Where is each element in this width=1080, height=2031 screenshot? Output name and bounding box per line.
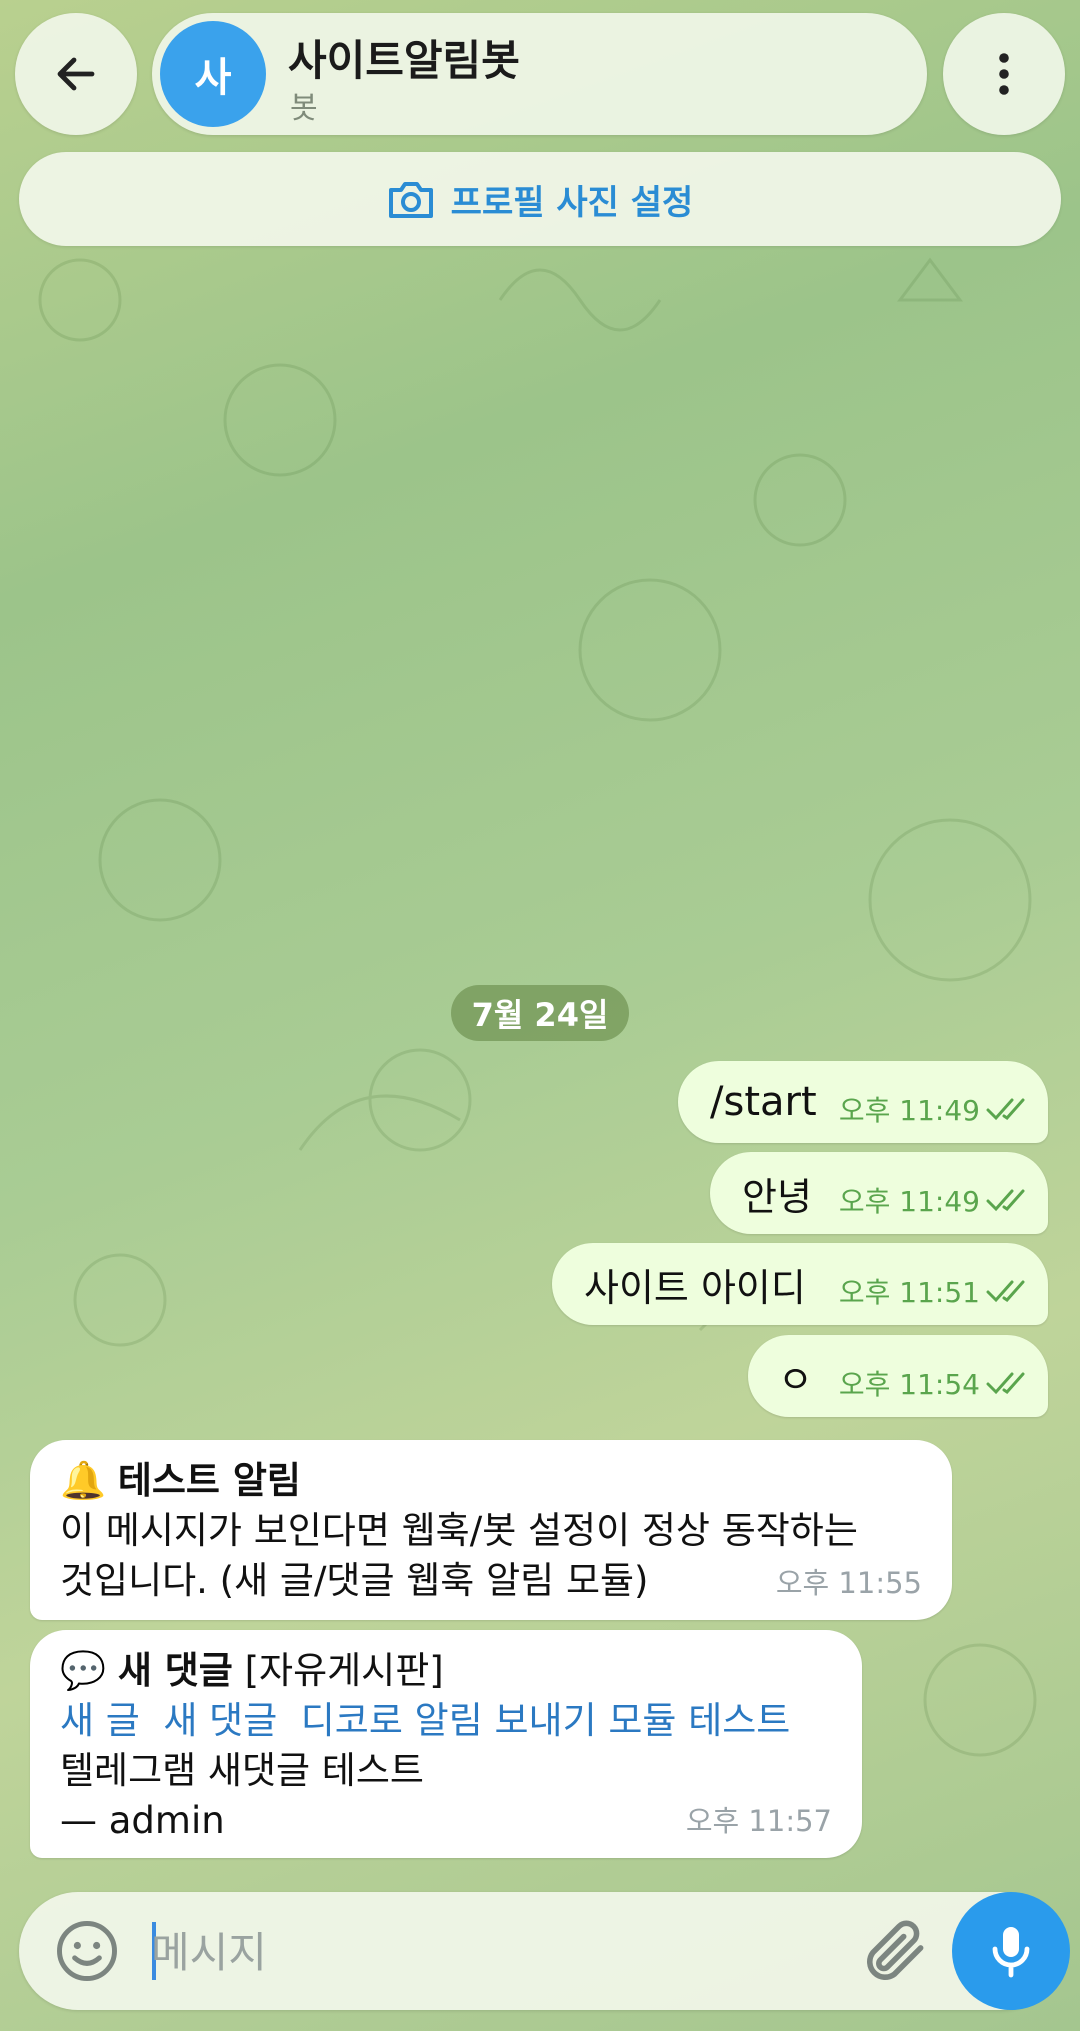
message-meta: 오후 11:49 xyxy=(839,1089,1032,1129)
message-time: 오후 11:49 xyxy=(838,1185,980,1218)
message-time: 오후 11:54 xyxy=(838,1368,980,1401)
message-text[interactable]: /start xyxy=(710,1079,817,1125)
camera-icon xyxy=(388,182,433,218)
message-text: ㅇ xyxy=(778,1357,813,1402)
set-profile-photo-button[interactable]: 프로필 사진 설정 xyxy=(19,152,1061,246)
chat-name: 사이트알림봇 xyxy=(288,36,520,85)
outgoing-message[interactable]: ㅇ 오후 11:54 xyxy=(748,1335,1048,1417)
message-input[interactable] xyxy=(149,1912,853,1992)
voice-record-button[interactable] xyxy=(952,1892,1070,2010)
avatar: 사 xyxy=(160,21,266,127)
more-vertical-icon xyxy=(999,53,1009,95)
message-title: 테스트 알림 xyxy=(117,1459,301,1502)
message-time: 오후 11:55 xyxy=(775,1566,922,1600)
message-text: 안녕 xyxy=(742,1174,812,1219)
chat-header: 사 사이트알림봇 봇 xyxy=(0,0,1080,140)
back-button[interactable] xyxy=(15,13,137,135)
speech-bubble-icon: 💬 xyxy=(60,1649,107,1692)
message-composer xyxy=(19,1892,1059,2010)
message-text: 사이트 아이디 xyxy=(584,1265,806,1310)
message-meta: 오후 11:49 xyxy=(839,1180,1032,1220)
message-title-line: 💬 새 댓글 [자유게시판] xyxy=(60,1646,834,1696)
message-title-line: 🔔 테스트 알림 xyxy=(60,1456,924,1506)
board-name: [자유게시판] xyxy=(244,1649,444,1692)
smiley-icon[interactable] xyxy=(54,1918,120,1984)
date-separator: 7월 24일 xyxy=(451,985,629,1041)
message-time: 오후 11:51 xyxy=(838,1276,980,1309)
message-meta: 오후 11:54 xyxy=(839,1363,1032,1403)
set-profile-photo-label: 프로필 사진 설정 xyxy=(450,182,694,223)
arrow-left-icon xyxy=(57,57,95,91)
microphone-icon xyxy=(992,1927,1030,1978)
message-title: 새 댓글 xyxy=(117,1649,233,1692)
chat-title-pill[interactable]: 사 사이트알림봇 봇 xyxy=(152,13,927,135)
outgoing-message[interactable]: 안녕 오후 11:49 xyxy=(710,1152,1048,1234)
double-check-icon xyxy=(986,1189,1025,1212)
message-time: 오후 11:57 xyxy=(685,1804,832,1838)
outgoing-message[interactable]: 사이트 아이디 오후 11:51 xyxy=(552,1243,1048,1325)
post-link[interactable]: 새 글 새 댓글 디코로 알림 보내기 모듈 테스트 xyxy=(60,1696,834,1746)
outgoing-message[interactable]: /start 오후 11:49 xyxy=(678,1061,1048,1143)
double-check-icon xyxy=(986,1098,1025,1121)
message-time: 오후 11:49 xyxy=(838,1094,980,1127)
message-body-line: 텔레그램 새댓글 테스트 xyxy=(60,1749,424,1792)
double-check-icon xyxy=(986,1372,1025,1395)
incoming-message[interactable]: 💬 새 댓글 [자유게시판] 새 글 새 댓글 디코로 알림 보내기 모듈 테스… xyxy=(30,1630,862,1858)
incoming-message[interactable]: 🔔 테스트 알림 이 메시지가 보인다면 웹훅/봇 설정이 정상 동작하는 것입… xyxy=(30,1440,952,1620)
message-meta: 오후 11:51 xyxy=(839,1271,1032,1311)
bell-icon: 🔔 xyxy=(60,1459,107,1502)
more-options-button[interactable] xyxy=(943,13,1065,135)
chat-subtitle: 봇 xyxy=(290,91,318,126)
double-check-icon xyxy=(986,1280,1025,1303)
message-body-line: 이 메시지가 보인다면 웹훅/봇 설정이 정상 동작하는 xyxy=(60,1509,858,1552)
paperclip-icon[interactable] xyxy=(859,1914,933,1988)
